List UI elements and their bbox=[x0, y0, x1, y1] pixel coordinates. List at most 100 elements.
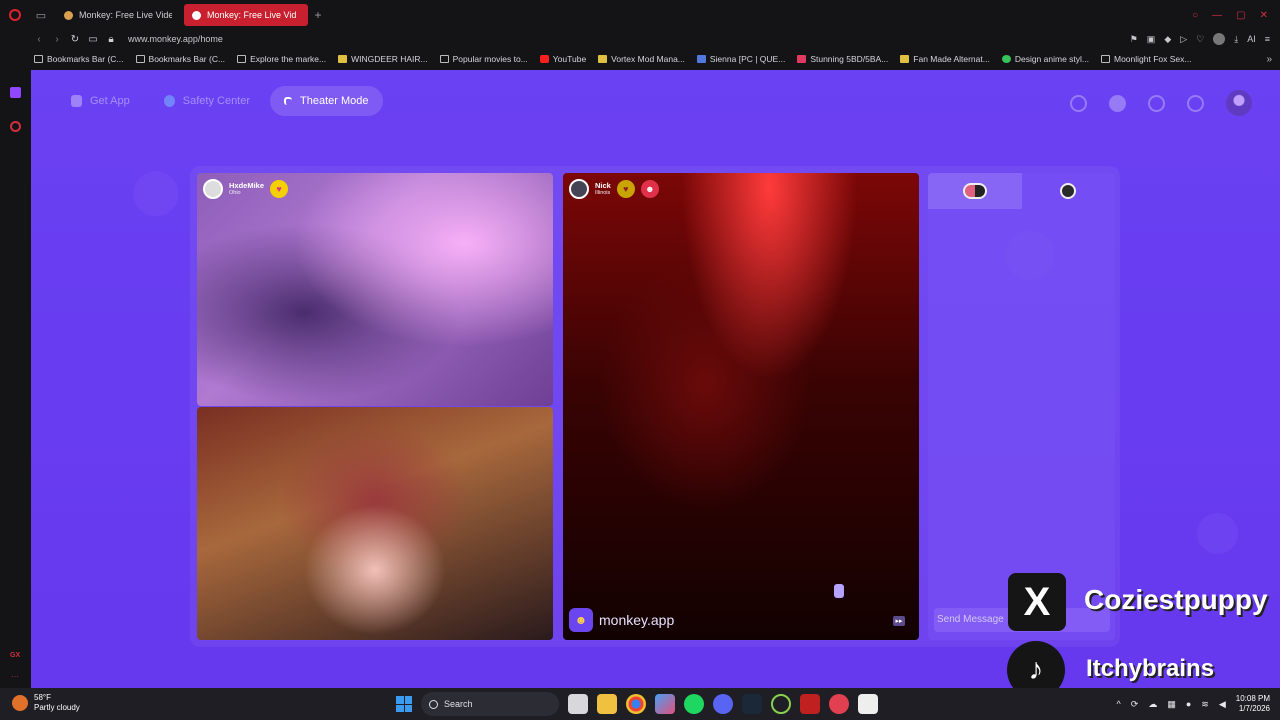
heart-badge-icon[interactable]: ♥ bbox=[270, 180, 289, 198]
network-icon[interactable]: ▦ bbox=[1167, 699, 1176, 710]
profile-avatar[interactable] bbox=[1213, 33, 1226, 45]
bookmark-item[interactable]: YouTube bbox=[539, 54, 586, 64]
bookmark-item[interactable]: Bookmarks Bar (C... bbox=[135, 54, 226, 64]
get-app-button[interactable]: Get App bbox=[57, 86, 144, 116]
bookmark-item[interactable]: Bookmarks Bar (C... bbox=[34, 54, 124, 64]
chat-tab-peer[interactable] bbox=[1022, 173, 1116, 209]
page-icon bbox=[797, 55, 807, 63]
bookmark-item[interactable]: Moonlight Fox Sex... bbox=[1101, 54, 1191, 64]
browser-tab[interactable]: Monkey: Free Live Video C bbox=[56, 4, 180, 26]
windows-start-icon[interactable] bbox=[396, 696, 412, 712]
windows-taskbar: 58°F Partly cloudy Search ^ ⟳ ☁ ▦ ● ≋ ◀ … bbox=[0, 688, 1280, 720]
copilot-icon[interactable] bbox=[655, 694, 675, 714]
theater-mode-button[interactable]: Theater Mode bbox=[270, 86, 383, 116]
mail-icon[interactable] bbox=[858, 694, 878, 714]
safety-center-button[interactable]: Safety Center bbox=[150, 86, 264, 116]
browser-tab-active[interactable]: Monkey: Free Live Vid bbox=[184, 4, 308, 26]
bookmark-item[interactable]: Fan Made Alternat... bbox=[900, 54, 990, 64]
skip-icon[interactable]: ▸▸ bbox=[893, 616, 905, 626]
monkey-badge-icon[interactable]: ☻ bbox=[640, 180, 659, 198]
close-button[interactable]: ✕ bbox=[1260, 10, 1268, 21]
tab-menu-icon[interactable]: ▭ bbox=[30, 0, 52, 30]
url-field[interactable]: www.monkey.app/home bbox=[128, 34, 223, 44]
peer-info: HxdeMike Ohio ♥ bbox=[203, 179, 289, 199]
microphone-icon[interactable]: ● bbox=[1186, 699, 1191, 709]
sync-icon[interactable]: ⟳ bbox=[1131, 699, 1139, 710]
monkey-favicon-icon bbox=[64, 10, 73, 20]
menu-icon[interactable]: ≡ bbox=[1265, 34, 1270, 44]
messages-icon[interactable] bbox=[1187, 94, 1204, 112]
task-view-icon[interactable] bbox=[568, 694, 588, 714]
page-icon bbox=[900, 55, 910, 63]
sidebar-more-icon[interactable]: ··· bbox=[11, 672, 19, 681]
taskbar-search[interactable]: Search bbox=[421, 692, 559, 716]
phone-icon bbox=[71, 95, 82, 107]
search-tabs-icon[interactable]: ○ bbox=[1192, 10, 1198, 21]
bookmark-item[interactable]: Vortex Mod Mana... bbox=[598, 54, 685, 64]
peer-video-tile[interactable]: Nick Illinois ♥ ☻ ☻ monkey.app ▸▸ bbox=[563, 173, 919, 640]
wifi-icon[interactable]: ≋ bbox=[1201, 699, 1209, 710]
user-avatar[interactable] bbox=[1226, 90, 1252, 116]
bookmark-label: Moonlight Fox Sex... bbox=[1114, 54, 1192, 64]
forward-button[interactable]: › bbox=[48, 34, 66, 45]
bookmark-label: Bookmarks Bar (C... bbox=[148, 54, 226, 64]
pin-icon[interactable]: ⚑ bbox=[1130, 34, 1138, 45]
cloud-icon[interactable]: ☁ bbox=[1148, 699, 1157, 710]
monkey-top-nav: Get App Safety Center Theater Mode bbox=[57, 86, 383, 116]
chat-tabs bbox=[928, 173, 1115, 209]
reload-button[interactable]: ↻ bbox=[66, 34, 84, 45]
gx-corner-button[interactable]: GX bbox=[10, 652, 20, 659]
tray-overflow-icon[interactable]: ^ bbox=[1117, 699, 1121, 709]
monkey-favicon-icon bbox=[192, 10, 201, 20]
clock-date: 1/7/2026 bbox=[1238, 704, 1270, 713]
page-icon bbox=[338, 55, 348, 63]
streaming-app-icon[interactable] bbox=[800, 694, 820, 714]
clock[interactable]: 10:08 PM 1/7/2026 bbox=[1236, 694, 1270, 714]
toolbar-icons: ⚑ ▣ ◆ ▷ ♡ ⤓ AI ≡ bbox=[1130, 33, 1280, 45]
opera-logo-icon[interactable] bbox=[0, 0, 30, 30]
x-logo-icon: X bbox=[1008, 573, 1066, 631]
player-icon[interactable]: ▷ bbox=[1180, 34, 1187, 45]
heart-icon[interactable]: ♡ bbox=[1196, 34, 1204, 45]
minimize-button[interactable]: — bbox=[1212, 10, 1222, 21]
opera-gx-icon[interactable] bbox=[771, 694, 791, 714]
chat-tab-group[interactable] bbox=[928, 173, 1022, 209]
download-icon[interactable]: ⤓ bbox=[1234, 34, 1238, 45]
self-video-tile bbox=[197, 407, 553, 640]
discord-icon[interactable] bbox=[713, 694, 733, 714]
coins-icon[interactable] bbox=[1109, 94, 1126, 112]
tab-title: Monkey: Free Live Video C bbox=[79, 10, 172, 20]
app-icon[interactable] bbox=[829, 694, 849, 714]
bookmarks-more-icon[interactable]: » bbox=[1266, 54, 1280, 65]
back-button[interactable]: ‹ bbox=[30, 34, 48, 45]
instagram-icon[interactable] bbox=[10, 121, 21, 132]
maximize-button[interactable]: ▢ bbox=[1236, 10, 1245, 21]
history-icon[interactable] bbox=[1148, 94, 1165, 112]
page-icon bbox=[1001, 55, 1011, 63]
peer-video-tile[interactable]: HxdeMike Ohio ♥ bbox=[197, 173, 553, 406]
screenshot-icon[interactable]: ▣ bbox=[1147, 34, 1156, 45]
heart-badge-icon[interactable]: ♥ bbox=[616, 180, 635, 198]
aria-ai-button[interactable]: AI bbox=[1247, 34, 1256, 44]
volume-icon[interactable]: ◀ bbox=[1219, 699, 1226, 710]
bookmark-item[interactable]: Stunning 5BD/5BA... bbox=[797, 54, 888, 64]
new-tab-button[interactable]: + bbox=[308, 8, 328, 22]
bookmark-item[interactable]: WINGDEER HAIR... bbox=[338, 54, 428, 64]
steam-icon[interactable] bbox=[742, 694, 762, 714]
taskbar-apps: Search bbox=[396, 692, 878, 716]
search-icon[interactable] bbox=[1070, 94, 1087, 112]
bookmark-item[interactable]: Explore the marke... bbox=[237, 54, 326, 64]
weather-widget[interactable]: 58°F Partly cloudy bbox=[12, 693, 80, 713]
chrome-icon[interactable] bbox=[626, 694, 646, 714]
file-explorer-icon[interactable] bbox=[597, 694, 617, 714]
bookmark-item[interactable]: Sienna [PC | QUE... bbox=[696, 54, 785, 64]
bookmark-label: WINGDEER HAIR... bbox=[351, 54, 428, 64]
twitch-icon[interactable] bbox=[10, 87, 21, 98]
shield-icon[interactable]: ◆ bbox=[1164, 34, 1171, 45]
snapshot-icon[interactable]: ▭ bbox=[84, 34, 102, 45]
bookmark-item[interactable]: Popular movies to... bbox=[439, 54, 528, 64]
spotify-icon[interactable] bbox=[684, 694, 704, 714]
bookmark-item[interactable]: Design anime styl... bbox=[1001, 54, 1089, 64]
bookmark-label: Design anime styl... bbox=[1014, 54, 1089, 64]
bookmark-label: Bookmarks Bar (C... bbox=[47, 54, 124, 64]
